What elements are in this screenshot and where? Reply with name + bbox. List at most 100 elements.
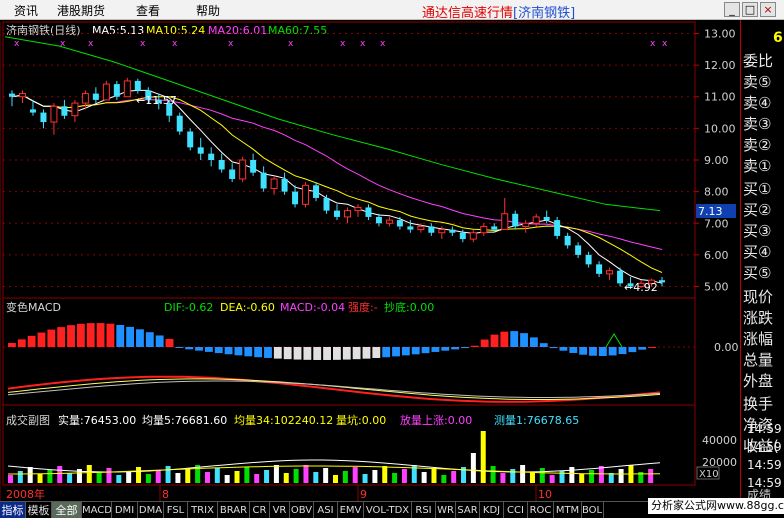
tab-fsl[interactable]: FSL bbox=[164, 502, 188, 518]
macd-bar bbox=[421, 347, 430, 354]
tab-cci[interactable]: CCI bbox=[504, 502, 528, 518]
macd-bar bbox=[470, 345, 479, 347]
volume-bar bbox=[283, 473, 289, 483]
macd-bar bbox=[608, 347, 617, 356]
volume-bar bbox=[136, 467, 142, 483]
volume-bar bbox=[27, 467, 33, 483]
macd-bar bbox=[529, 337, 538, 347]
macd-bar bbox=[17, 339, 26, 347]
candle-body bbox=[187, 131, 194, 148]
candle-body bbox=[61, 106, 68, 116]
avg34-volume-label: 均量34:102240.12 bbox=[234, 414, 333, 427]
ma20-line bbox=[11, 94, 663, 250]
tab-rsi[interactable]: RSI bbox=[412, 502, 436, 518]
macd-bar bbox=[67, 325, 75, 347]
volume-bars bbox=[8, 431, 654, 483]
date-label-10: 10 bbox=[538, 488, 552, 501]
ma60-label: MA60:7.55 bbox=[268, 24, 327, 37]
volume-bar bbox=[67, 473, 73, 483]
tab-dma[interactable]: DMA bbox=[138, 502, 164, 518]
menu-help[interactable]: 帮助 bbox=[196, 2, 220, 19]
price-tick-label: 12.00 bbox=[704, 59, 736, 72]
label-change-pct: 涨幅 bbox=[743, 330, 774, 348]
tab-emv[interactable]: EMV bbox=[338, 502, 364, 518]
macd-bar bbox=[549, 347, 558, 349]
macd-bar bbox=[618, 347, 627, 355]
candle-body bbox=[281, 178, 288, 192]
candle-body bbox=[575, 245, 582, 255]
candle-body bbox=[239, 159, 247, 180]
tab-brar[interactable]: BRAR bbox=[218, 502, 250, 518]
label-total-volume: 总量 bbox=[743, 351, 774, 369]
date-label-8: 8 bbox=[162, 488, 169, 501]
candle-body bbox=[365, 207, 372, 217]
tab-boll[interactable]: BOLL bbox=[582, 502, 604, 518]
volume-bar bbox=[392, 473, 398, 483]
ma10-label: MA10:5.24 bbox=[146, 24, 205, 37]
tab-all[interactable]: 全部 bbox=[52, 502, 82, 518]
volume-unit: X10 bbox=[699, 469, 719, 480]
avg5-volume-label: 均量5:76681.60 bbox=[142, 414, 227, 427]
price-grid bbox=[3, 32, 695, 288]
price-tick-label: 13.00 bbox=[704, 27, 736, 40]
macd-bar bbox=[264, 347, 272, 358]
volume-bar bbox=[362, 474, 368, 483]
candle-body bbox=[18, 93, 26, 98]
volume-bar bbox=[303, 465, 309, 483]
price-tick-label: 11.00 bbox=[704, 91, 736, 104]
volume-bar bbox=[47, 470, 53, 483]
candle-body bbox=[71, 102, 79, 117]
tab-vr[interactable]: VR bbox=[270, 502, 290, 518]
price-tick-label: 8.00 bbox=[704, 186, 729, 199]
macd-bar bbox=[8, 343, 16, 347]
chart-area[interactable]: 济南钢铁(日线) MA5:5.13 MA10:5.24 MA20:6.01 MA… bbox=[0, 20, 740, 501]
tab-voltdx[interactable]: VOL-TDX bbox=[364, 502, 412, 518]
candle-body bbox=[428, 226, 435, 233]
tab-macd[interactable]: MACD bbox=[82, 502, 112, 518]
candle-body bbox=[40, 112, 47, 123]
volume-bar bbox=[431, 468, 437, 483]
volume-bar bbox=[342, 471, 348, 483]
volume-bar bbox=[648, 469, 654, 483]
tab-wr[interactable]: WR bbox=[436, 502, 456, 518]
tab-templates[interactable]: 模板 bbox=[26, 502, 52, 518]
price-axis: 13.00 12.00 11.00 10.00 9.00 8.00 7.00 6.00 5.00 bbox=[695, 27, 736, 294]
macd-bar bbox=[244, 347, 253, 357]
tab-sar[interactable]: SAR bbox=[456, 502, 480, 518]
tab-obv[interactable]: OBV bbox=[290, 502, 314, 518]
kline-chart[interactable]: 济南钢铁(日线) MA5:5.13 MA10:5.24 MA20:6.01 MA… bbox=[0, 20, 740, 501]
volume-bar bbox=[273, 465, 279, 483]
volume-bar bbox=[293, 469, 299, 483]
tab-asi[interactable]: ASI bbox=[314, 502, 338, 518]
volume-bar bbox=[106, 468, 112, 483]
candle-body bbox=[385, 219, 393, 224]
tab-roc[interactable]: ROC bbox=[528, 502, 554, 518]
tab-trix[interactable]: TRIX bbox=[188, 502, 218, 518]
menu-news[interactable]: 资讯 bbox=[14, 2, 38, 19]
menu-view[interactable]: 查看 bbox=[136, 2, 160, 19]
label-buy-3: 买③ bbox=[743, 222, 772, 240]
volume-bar bbox=[254, 474, 260, 483]
label-price: 现价 bbox=[743, 288, 774, 306]
dea-label: DEA:-0.60 bbox=[220, 301, 275, 314]
real-volume-label: 实量:76453.00 bbox=[58, 413, 136, 427]
tab-dmi[interactable]: DMI bbox=[112, 502, 138, 518]
macd-zero-tick: 0.00 bbox=[714, 341, 739, 354]
close-button[interactable]: × bbox=[760, 2, 776, 17]
candle-body bbox=[123, 80, 131, 98]
tab-indicators[interactable]: 指标 bbox=[0, 502, 26, 518]
high-price-annotation: ←11.57 bbox=[136, 94, 177, 107]
minimize-button[interactable]: _ bbox=[724, 2, 740, 17]
stock-name: 济南钢铁(日线) bbox=[6, 23, 81, 37]
volume-bar bbox=[539, 468, 545, 483]
menu-hk-futures[interactable]: 港股期货 bbox=[57, 2, 105, 19]
macd-bar bbox=[145, 332, 154, 347]
macd-bar bbox=[539, 343, 548, 347]
tab-cr[interactable]: CR bbox=[250, 502, 270, 518]
tab-mtm[interactable]: MTM bbox=[554, 502, 582, 518]
volume-bar bbox=[480, 431, 486, 483]
tab-kdj[interactable]: KDJ bbox=[480, 502, 504, 518]
macd-bar bbox=[204, 347, 213, 352]
volume-bar bbox=[17, 471, 23, 483]
maximize-button[interactable]: □ bbox=[742, 2, 758, 17]
